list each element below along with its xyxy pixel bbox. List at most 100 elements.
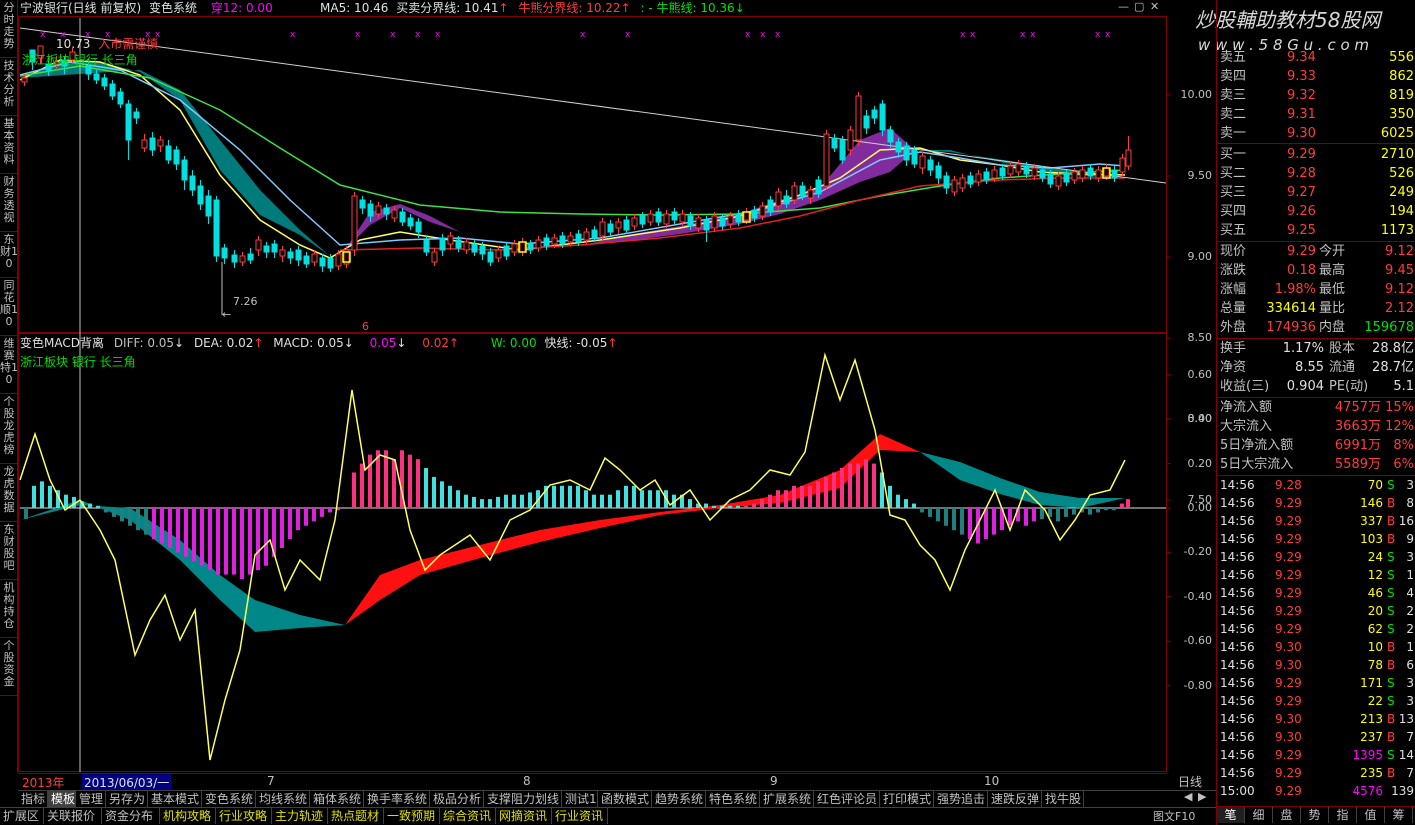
tick-count: 1 xyxy=(1406,568,1414,582)
macd-bar xyxy=(1104,508,1108,511)
toolbar-button-10[interactable]: 极品分析 xyxy=(430,791,484,807)
toolbar-button-3[interactable]: 管理 xyxy=(76,791,106,807)
price-tick-label: 9.50 xyxy=(1187,169,1213,182)
right-tab-7[interactable]: 筹 xyxy=(1385,807,1413,823)
tick-count: 3 xyxy=(1406,694,1414,708)
right-tab-1[interactable]: 笔 xyxy=(1217,807,1245,823)
toolbar-button-5[interactable]: 基本模式 xyxy=(148,791,202,807)
toolbar2-button-7[interactable]: 热点题材 xyxy=(328,808,384,824)
candle-body xyxy=(823,133,830,187)
macd-bar xyxy=(320,508,324,517)
order-label: 买二 xyxy=(1220,166,1247,181)
toolbar2-button-1[interactable]: 扩展区 xyxy=(0,808,44,824)
right-tab-6[interactable]: 值 xyxy=(1357,807,1385,823)
f10-label[interactable]: 图文F10 xyxy=(1153,808,1195,824)
quote-label: 现价 xyxy=(1220,244,1247,259)
toolbar2-button-10[interactable]: 网摘资讯 xyxy=(496,808,552,824)
candle-body xyxy=(1015,163,1022,173)
candle-body xyxy=(727,215,734,225)
toolbar2-button-11[interactable]: 行业资讯 xyxy=(552,808,608,824)
toolbar-button-21[interactable]: 找牛股 xyxy=(1042,791,1084,807)
candle-body xyxy=(631,217,638,227)
macd-tick-label: -0.80 xyxy=(1183,678,1212,692)
flow-divider xyxy=(1217,397,1415,398)
toolbar2-button-9[interactable]: 综合资讯 xyxy=(440,808,496,824)
toolbar-button-14[interactable]: 趋势系统 xyxy=(652,791,706,807)
tick-count: 8 xyxy=(1406,496,1414,510)
toolbar-button-19[interactable]: 强势追击 xyxy=(934,791,988,807)
toolbar2-button-8[interactable]: 一致预期 xyxy=(384,808,440,824)
fund-value: 1.17% xyxy=(1282,341,1324,356)
flow-value: 6991万 xyxy=(1334,438,1381,453)
candle-body xyxy=(141,139,148,149)
right-tab-bar: 笔细盘势指值筹 xyxy=(1217,806,1415,825)
toolbar-button-1[interactable]: 指标 xyxy=(18,791,48,807)
toolbar-button-17[interactable]: 红色评论员 xyxy=(814,791,880,807)
macd-bar xyxy=(24,508,28,520)
quote-label: 总量 xyxy=(1220,301,1247,316)
price-tick-label: 10.00 xyxy=(1180,88,1213,101)
tick-side: S xyxy=(1387,604,1395,618)
candle-body xyxy=(567,235,574,243)
toolbar-button-11[interactable]: 支撑阻力划线 xyxy=(484,791,562,807)
toolbar-button-6[interactable]: 变色系统 xyxy=(202,791,256,807)
toolbar-button-9[interactable]: 换手率系统 xyxy=(364,791,430,807)
toolbar2-button-6[interactable]: 主力轨迹 xyxy=(272,808,328,824)
toolbar-button-16[interactable]: 扩展系统 xyxy=(760,791,814,807)
scroll-right-icon[interactable]: ▶ xyxy=(1198,790,1206,803)
period-label[interactable]: 日线 xyxy=(1178,773,1202,790)
candle-body xyxy=(1125,149,1132,167)
candle-body xyxy=(663,213,670,225)
tick-time: 14:56 xyxy=(1220,532,1255,546)
scroll-left-icon[interactable]: ◀ xyxy=(1184,790,1192,803)
toolbar2-button-3[interactable]: 资金分布 xyxy=(102,808,160,824)
candle-body xyxy=(703,219,710,231)
right-tab-4[interactable]: 势 xyxy=(1301,807,1329,823)
candle-body xyxy=(655,211,662,223)
candle-body xyxy=(743,211,750,221)
macd-bar xyxy=(520,494,524,508)
toolbar-button-18[interactable]: 打印模式 xyxy=(880,791,934,807)
tick-count: 3 xyxy=(1406,478,1414,492)
toolbar-button-8[interactable]: 箱体系统 xyxy=(310,791,364,807)
toolbar-button-7[interactable]: 均线系统 xyxy=(256,791,310,807)
toolbar2-button-2[interactable]: 关联报价 xyxy=(44,808,102,824)
right-tab-5[interactable]: 指 xyxy=(1329,807,1357,823)
price-sector: 浙江板块 银行 长三角 xyxy=(22,53,138,67)
toolbar-button-4[interactable]: 另存为 xyxy=(106,791,148,807)
quote-value-2: 9.12 xyxy=(1385,244,1414,259)
candle-body xyxy=(399,211,406,223)
toolbar-button-20[interactable]: 速跌反弹 xyxy=(988,791,1042,807)
right-tab-2[interactable]: 细 xyxy=(1245,807,1273,823)
macd-tick-label: -0.40 xyxy=(1183,589,1212,603)
right-tab-3[interactable]: 盘 xyxy=(1273,807,1301,823)
order-row: 卖四 9.33 862 xyxy=(1217,68,1415,86)
signal-cross-icon: x xyxy=(415,30,421,40)
chart-canvas[interactable]: ← 7.26 6 xxxxxxxxxxxxxxxxxxxxxx xyxy=(0,0,1216,790)
toolbar-secondary: 扩展区 关联报价 资金分布 机构攻略 行业攻略 主力轨迹 热点题材 一致预期 综合资讯 网摘资讯行… xyxy=(0,807,1216,825)
order-row: 卖二 9.31 350 xyxy=(1217,106,1415,124)
macd-bar xyxy=(216,508,220,575)
macd-bar xyxy=(248,508,252,575)
candle-body xyxy=(895,141,902,153)
tick-row: 14:56 9.30 213 B 13 xyxy=(1217,710,1415,728)
toolbar2-button-5[interactable]: 行业攻略 xyxy=(216,808,272,824)
tick-side: B xyxy=(1387,766,1396,780)
macd-bar xyxy=(816,481,820,508)
order-row: 买二 9.28 526 xyxy=(1217,165,1415,183)
quote-block: 现价 9.29 今开 9.12 涨跌 0.18 最高 9.45 涨幅 1.98% 最低 9.12 总量 3… xyxy=(1217,243,1415,337)
candle-body xyxy=(471,243,478,253)
toolbar-button-12[interactable]: 测试1 xyxy=(562,791,598,807)
candle-body xyxy=(831,137,838,149)
toolbar-button-2[interactable]: 模板 xyxy=(48,791,76,807)
macd-tick-label: -0.20 xyxy=(1183,545,1212,559)
toolbar-button-13[interactable]: 函数模式 xyxy=(598,791,652,807)
tick-row: 14:56 9.29 62 S 2 xyxy=(1217,620,1415,638)
macd-bar xyxy=(576,485,580,508)
tick-side: B xyxy=(1387,640,1396,654)
quote-label-2: 内盘 xyxy=(1319,320,1346,335)
toolbar2-button-4[interactable]: 机构攻略 xyxy=(160,808,216,824)
toolbar-button-15[interactable]: 特色系统 xyxy=(706,791,760,807)
tick-volume: 20 xyxy=(1367,604,1383,618)
order-price: 9.30 xyxy=(1287,126,1316,141)
